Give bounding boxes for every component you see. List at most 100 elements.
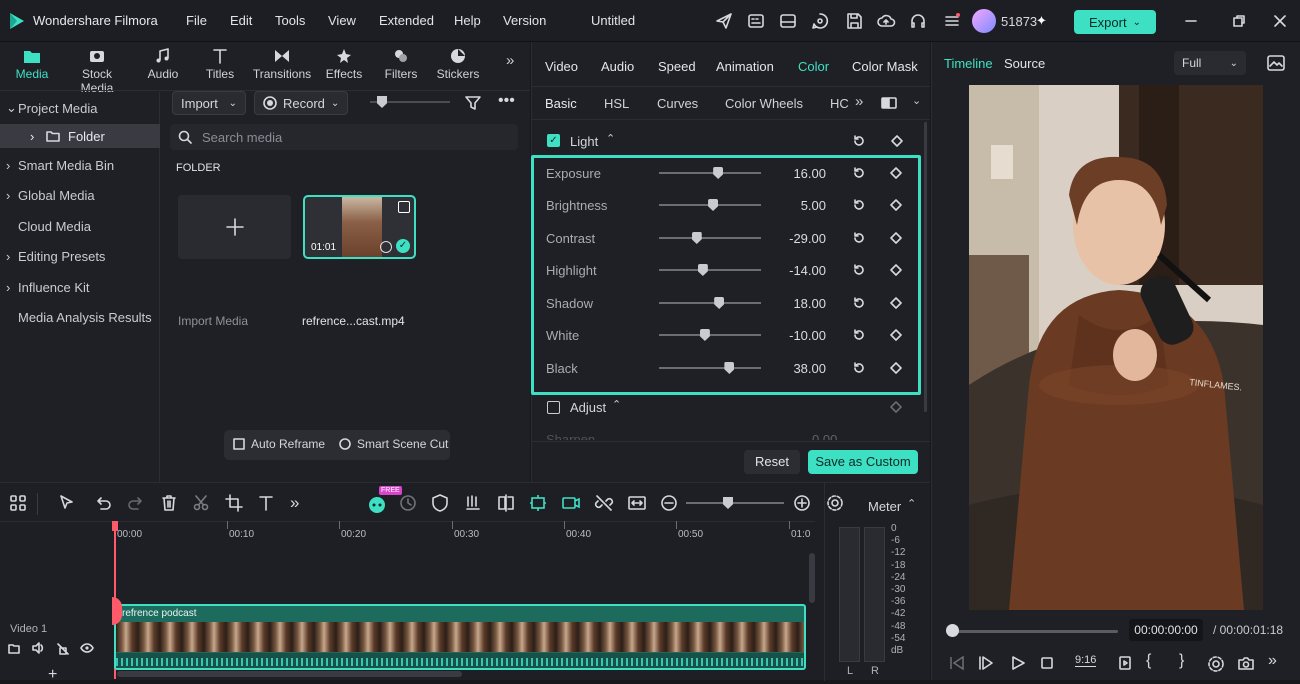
- tab-stock-media[interactable]: Stock Media: [64, 46, 130, 95]
- tree-item-smart-media-bin[interactable]: › Smart Media Bin: [0, 153, 160, 177]
- slider-knob[interactable]: [691, 232, 702, 244]
- tab-audio[interactable]: Audio: [131, 46, 195, 86]
- zoom-out-icon[interactable]: [659, 493, 681, 515]
- fit-icon[interactable]: [627, 493, 649, 515]
- white-slider[interactable]: [659, 334, 761, 336]
- mark-icon[interactable]: [1117, 655, 1133, 671]
- highlight-value[interactable]: -14.00: [789, 263, 826, 278]
- fullscreen-icon[interactable]: [398, 201, 410, 213]
- reset-icon[interactable]: [852, 166, 866, 180]
- slider-knob[interactable]: [713, 167, 724, 179]
- reset-section-icon[interactable]: [852, 134, 866, 148]
- keyframe-icon[interactable]: [890, 232, 902, 244]
- tab-transitions[interactable]: Transitions: [250, 46, 314, 86]
- white-value[interactable]: -10.00: [789, 328, 826, 343]
- eye-icon[interactable]: [80, 642, 94, 654]
- slider-knob[interactable]: [723, 497, 733, 509]
- black-value[interactable]: 38.00: [793, 361, 826, 376]
- smart-cutout-icon[interactable]: [561, 493, 583, 515]
- filter-icon[interactable]: [464, 94, 482, 112]
- menu-tools[interactable]: Tools: [275, 13, 305, 28]
- tab-media[interactable]: Media: [0, 46, 64, 86]
- subtab-curves[interactable]: Curves: [657, 96, 698, 111]
- search-input[interactable]: Search media: [170, 124, 518, 150]
- settings-icon[interactable]: [1207, 655, 1225, 673]
- speaker-icon[interactable]: [31, 642, 45, 654]
- adjust-checkbox[interactable]: [547, 401, 560, 414]
- select-tool-icon[interactable]: [57, 493, 79, 515]
- compare-icon[interactable]: [881, 96, 897, 110]
- more-icon[interactable]: »: [1268, 652, 1277, 670]
- reset-icon[interactable]: [852, 296, 866, 310]
- aspect-ratio-icon[interactable]: 9:16: [1075, 654, 1097, 667]
- restore-icon[interactable]: [1229, 11, 1249, 31]
- shield-icon[interactable]: [430, 493, 452, 515]
- tab-color[interactable]: Color: [798, 59, 829, 74]
- menu-extended[interactable]: Extended: [379, 13, 434, 28]
- slider-knob[interactable]: [724, 362, 735, 374]
- menu-view[interactable]: View: [328, 13, 356, 28]
- chevron-up-icon[interactable]: ⌃: [907, 497, 916, 510]
- keyframe-icon[interactable]: [890, 167, 902, 179]
- tab-stickers[interactable]: Stickers: [426, 46, 490, 86]
- previous-frame-icon[interactable]: [948, 655, 966, 671]
- mark-in-icon[interactable]: {: [1146, 652, 1151, 670]
- playback-progress[interactable]: [952, 630, 1118, 633]
- redo-icon[interactable]: [126, 493, 148, 515]
- tab-titles[interactable]: Titles: [188, 46, 252, 86]
- camera-icon[interactable]: [1237, 655, 1255, 671]
- tab-audio-settings[interactable]: Audio: [601, 59, 634, 74]
- tab-video[interactable]: Video: [545, 59, 578, 74]
- highlight-slider[interactable]: [659, 269, 761, 271]
- shadow-value[interactable]: 18.00: [793, 296, 826, 311]
- reset-icon[interactable]: [852, 328, 866, 342]
- close-icon[interactable]: [1270, 11, 1290, 31]
- contrast-slider[interactable]: [659, 237, 761, 239]
- support-icon[interactable]: [810, 11, 830, 31]
- stop-icon[interactable]: [1039, 655, 1055, 671]
- timeline-zoom-slider[interactable]: [686, 502, 784, 504]
- tree-item-influence-kit[interactable]: › Influence Kit: [0, 275, 160, 299]
- tree-item-global-media[interactable]: › Global Media: [0, 183, 160, 207]
- tab-speed[interactable]: Speed: [658, 59, 696, 74]
- subtab-basic[interactable]: Basic: [545, 96, 577, 111]
- auto-reframe-icon[interactable]: [528, 493, 550, 515]
- tree-item-project-media[interactable]: ⌄ Project Media: [0, 96, 160, 120]
- timeline-vertical-scrollbar[interactable]: [809, 553, 815, 603]
- menu-edit[interactable]: Edit: [230, 13, 252, 28]
- record-dropdown[interactable]: Record ⌄: [254, 91, 348, 115]
- chevron-down-icon[interactable]: ⌄: [912, 94, 921, 107]
- reset-icon[interactable]: [852, 231, 866, 245]
- black-slider[interactable]: [659, 367, 761, 369]
- avatar[interactable]: [972, 9, 996, 33]
- slider-knob[interactable]: [708, 199, 719, 211]
- playhead-marker[interactable]: [112, 521, 118, 531]
- tab-effects[interactable]: Effects: [312, 46, 376, 86]
- layout-grid-icon[interactable]: [8, 493, 30, 515]
- cloud-upload-icon[interactable]: [876, 11, 896, 31]
- meter-label[interactable]: Meter: [868, 499, 901, 514]
- save-icon[interactable]: [844, 11, 864, 31]
- keyframe-icon[interactable]: [890, 362, 902, 374]
- minimize-icon[interactable]: [1181, 11, 1201, 31]
- import-media-tile[interactable]: [178, 195, 291, 259]
- tab-source-preview[interactable]: Source: [1004, 56, 1045, 71]
- ai-copilot-icon[interactable]: [366, 493, 388, 515]
- audio-stretch-icon[interactable]: [463, 493, 485, 515]
- media-clip-thumbnail[interactable]: 01:01 ✓: [303, 195, 416, 259]
- add-track-icon[interactable]: +: [48, 666, 57, 684]
- time-ruler[interactable]: 00:00 00:10 00:20 00:30 00:40 00:50 01:0: [113, 521, 813, 543]
- exposure-slider[interactable]: [659, 172, 761, 174]
- keyframe-icon[interactable]: [890, 264, 902, 276]
- headset-icon[interactable]: [908, 11, 928, 31]
- tab-animation[interactable]: Animation: [716, 59, 774, 74]
- keyframe-icon[interactable]: [890, 329, 902, 341]
- auto-reframe-button[interactable]: Auto Reframe: [232, 437, 325, 451]
- layout-icon[interactable]: [778, 11, 798, 31]
- lock-icon[interactable]: [56, 642, 70, 655]
- tree-item-folder[interactable]: › Folder: [0, 124, 160, 148]
- scissors-icon[interactable]: [191, 493, 213, 515]
- more-subtabs-icon[interactable]: »: [855, 93, 863, 110]
- zoom-dropdown[interactable]: Full ⌄: [1174, 51, 1246, 75]
- reset-icon[interactable]: [852, 263, 866, 277]
